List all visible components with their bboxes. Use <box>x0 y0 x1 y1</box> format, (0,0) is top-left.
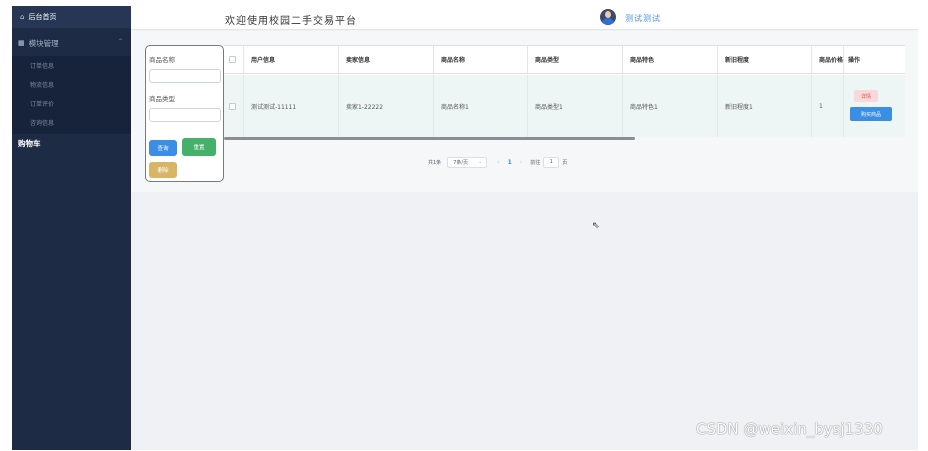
row-checkbox[interactable] <box>229 102 236 110</box>
goto-page-input[interactable]: 1 <box>543 156 560 168</box>
query-button[interactable]: 查询 <box>149 140 177 156</box>
main-content: 商品名称 商品类型 查询 重置 删除 用户信息 卖家信息 商品名称 商品类型 商… <box>131 31 918 192</box>
header-select-cell <box>224 46 244 73</box>
sidebar-item-orders[interactable]: 订单信息 <box>12 56 131 75</box>
username-link[interactable]: 测试测试 <box>625 13 661 24</box>
product-type-input[interactable] <box>149 108 221 122</box>
page-number-current[interactable]: 1 <box>508 159 512 166</box>
column-header[interactable]: 商品类型 <box>528 46 623 73</box>
page-size-value: 7条/页 <box>453 159 469 166</box>
column-header[interactable]: 卖家信息 <box>339 46 434 73</box>
home-icon: ⌂ <box>20 13 25 21</box>
welcome-title: 欢迎使用校园二手交易平台 <box>225 16 357 27</box>
sidebar-item-home[interactable]: ⌂ 后台首页 <box>12 6 131 28</box>
chevron-up-icon: ⌃ <box>117 38 123 45</box>
app-frame: ⌂ 后台首页 ▦ 模块管理 ⌃ 订单信息 物流信息 订单评价 咨询信息 购物车 … <box>12 6 918 450</box>
table-row[interactable]: 测试测试-11111 卖家1-22222 商品名称1 商品类型1 商品特色1 新… <box>224 75 905 137</box>
sidebar-item-label: 订单信息 <box>30 63 55 70</box>
avatar[interactable] <box>600 9 616 25</box>
cell-seller: 卖家1-22222 <box>339 75 434 137</box>
sidebar-submenu: 订单信息 物流信息 订单评价 咨询信息 <box>12 56 131 134</box>
mouse-cursor-icon: ⇖ <box>592 221 600 231</box>
prev-page-icon[interactable]: ‹ <box>497 159 499 166</box>
grid-icon: ▦ <box>18 39 25 47</box>
sidebar-item-cart[interactable]: 购物车 <box>12 136 131 150</box>
reset-button[interactable]: 重置 <box>182 138 216 156</box>
avatar-body <box>602 18 614 25</box>
cell-actions: 详情 购买商品 <box>844 75 905 137</box>
sidebar-item-reviews[interactable]: 订单评价 <box>12 94 131 113</box>
cell-condition: 新旧程度1 <box>718 75 812 137</box>
cart-table: 用户信息 卖家信息 商品名称 商品类型 商品特色 新旧程度 商品价格 操作 测试… <box>224 45 905 140</box>
select-all-checkbox[interactable] <box>229 56 236 63</box>
cell-user: 测试测试-11111 <box>244 75 339 137</box>
column-header[interactable]: 商品价格 <box>812 46 844 73</box>
column-header[interactable]: 商品名称 <box>434 46 528 73</box>
chevron-down-icon: ⌄ <box>477 158 483 165</box>
goto-label: 前往 <box>530 159 541 166</box>
goto-page-value: 1 <box>549 159 553 165</box>
next-page-icon[interactable]: › <box>520 159 522 166</box>
horizontal-scrollbar[interactable] <box>224 137 635 140</box>
cell-product-name: 商品名称1 <box>434 75 528 137</box>
row-select-cell <box>224 75 244 137</box>
column-header[interactable]: 商品特色 <box>623 46 718 73</box>
sidebar-group-label: 模块管理 <box>28 38 59 48</box>
sidebar: ⌂ 后台首页 ▦ 模块管理 ⌃ 订单信息 物流信息 订单评价 咨询信息 购物车 <box>12 6 131 450</box>
table-header-row: 用户信息 卖家信息 商品名称 商品类型 商品特色 新旧程度 商品价格 操作 <box>224 46 905 74</box>
sidebar-home-label: 后台首页 <box>28 13 57 21</box>
pagination-total: 共1条 <box>428 159 442 166</box>
actions-wrap: 详情 购买商品 <box>844 75 905 137</box>
sidebar-group-modules[interactable]: ▦ 模块管理 ⌃ <box>12 35 131 51</box>
sidebar-item-label: 订单评价 <box>30 101 55 108</box>
detail-button[interactable]: 详情 <box>854 90 878 102</box>
pagination: 共1条 7条/页 ⌄ ‹ 1 › 前往 1 页 <box>428 155 567 169</box>
cell-product-type: 商品类型1 <box>528 75 623 137</box>
product-name-label: 商品名称 <box>149 56 175 64</box>
cell-product-feature: 商品特色1 <box>623 75 718 137</box>
buy-product-button[interactable]: 购买商品 <box>850 107 892 121</box>
product-name-input[interactable] <box>149 69 221 83</box>
sidebar-item-label: 购物车 <box>18 138 41 148</box>
avatar-head <box>605 11 611 18</box>
column-header: 操作 <box>848 57 861 64</box>
top-header: 欢迎使用校园二手交易平台 测试测试 <box>131 6 918 30</box>
sidebar-item-label: 物流信息 <box>30 82 55 89</box>
column-header[interactable]: 用户信息 <box>244 46 339 73</box>
sidebar-item-label: 咨询信息 <box>30 120 55 127</box>
sidebar-item-logistics[interactable]: 物流信息 <box>12 75 131 94</box>
delete-button[interactable]: 删除 <box>149 162 177 178</box>
page-size-select[interactable]: 7条/页 ⌄ <box>447 156 488 168</box>
watermark: CSDN @weixin_bysj1330 <box>696 420 883 438</box>
column-header[interactable]: 新旧程度 <box>718 46 812 73</box>
sidebar-item-inquiries[interactable]: 咨询信息 <box>12 113 131 132</box>
search-panel: 商品名称 商品类型 查询 重置 删除 <box>145 45 224 182</box>
page-unit-label: 页 <box>562 159 568 166</box>
cell-price: 1 <box>812 75 844 137</box>
product-type-label: 商品类型 <box>149 95 175 103</box>
